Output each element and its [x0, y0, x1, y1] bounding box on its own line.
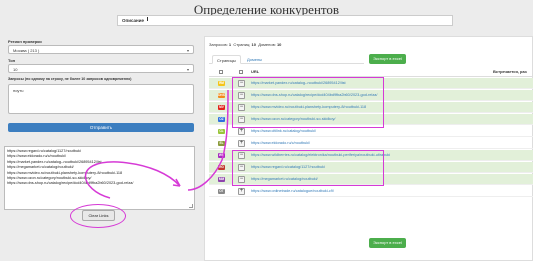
queries-textarea[interactable]: ноутu [8, 84, 194, 114]
site-logo-icon: MV [218, 105, 225, 110]
description-label: Описание [122, 18, 145, 23]
tab-domains[interactable]: Домены [243, 55, 266, 64]
stats-line: Запросов: 1 Страниц: 10 Доменов: 10 [209, 42, 281, 47]
col-url: URL [251, 69, 260, 74]
pages-stat-value: 10 [251, 42, 256, 47]
col-occurrences: Встречается, раз [493, 69, 527, 74]
row-url-link[interactable]: https://www.onlinetrade.ru/catalogue/nou… [251, 189, 334, 193]
region-value: Москва ( 213 ) [13, 48, 40, 53]
annotation-box-top [232, 77, 384, 128]
chevron-down-icon: ▾ [186, 67, 189, 72]
queries-value: ноутu [13, 88, 24, 93]
queries-stat-value: 1 [228, 42, 232, 47]
add-competitor-button[interactable]: + [238, 140, 245, 147]
clear-links-button[interactable]: Clear Links [82, 210, 115, 221]
row-url-link[interactable]: https://www.citilink.ru/catalog/noutbuki… [251, 129, 316, 133]
export-excel-button-top[interactable]: Экспорт в excel [369, 54, 406, 64]
urls-textarea[interactable]: https://www.regard.ru/catalog/1127/noutb… [4, 146, 195, 210]
add-competitor-button[interactable]: + [238, 128, 245, 135]
export-excel-button-bottom[interactable]: Экспорт в excel [369, 238, 406, 248]
table-header: URL Встречается, раз [209, 67, 533, 77]
text-cursor [147, 17, 148, 21]
table-row: ОТ + https://www.onlinetrade.ru/catalogue/… [209, 186, 533, 197]
queries-stat-label: Запросов: [209, 42, 228, 47]
domains-stat-value: 10 [276, 42, 282, 47]
site-logo-icon: ЯМ [218, 81, 225, 86]
site-logo-icon: RG [218, 165, 225, 170]
table-row: EL + https://www.eldorado.ru/c/noutbuki/ [209, 138, 533, 149]
site-logo-icon: EL [218, 141, 225, 146]
header-checkbox[interactable] [239, 70, 243, 74]
site-logo-icon: OZ [218, 117, 225, 122]
site-logo-icon: MM [218, 177, 225, 182]
description-field[interactable]: Описание [117, 15, 453, 26]
tab-pages[interactable]: Страницы [212, 55, 241, 64]
region-label: Регион проверки [8, 39, 42, 44]
submit-button[interactable]: Отправить [8, 123, 194, 132]
site-logo-icon: ОТ [218, 189, 225, 194]
site-logo-icon: CL [218, 129, 225, 134]
domains-stat-label: Доменов: [258, 42, 276, 47]
row-url-link[interactable]: https://www.eldorado.ru/c/noutbuki/ [251, 141, 310, 145]
annotation-box-bottom [232, 150, 384, 186]
resize-handle[interactable] [189, 204, 193, 208]
search-form: Регион проверки Москва ( 213 ) ▾ Топ 10 … [4, 36, 197, 139]
url-line: https://www.dns-shop.ru/catalog/recipe/d… [7, 181, 134, 186]
chevron-down-icon: ▾ [186, 48, 189, 53]
tabs-bar: Страницы Домены [209, 55, 364, 64]
select-all-checkbox[interactable] [219, 70, 223, 74]
top-select[interactable]: 10 ▾ [8, 64, 194, 73]
results-panel: Запросов: 1 Страниц: 10 Доменов: 10 Эксп… [204, 36, 533, 261]
region-select[interactable]: Москва ( 213 ) ▾ [8, 45, 194, 54]
top-value: 10 [13, 67, 18, 72]
top-label: Топ [8, 58, 16, 63]
add-competitor-button[interactable]: + [238, 188, 245, 195]
queries-label: Запросы (по одному на строку, не более 1… [8, 77, 132, 81]
pages-stat-label: Страниц: [233, 42, 251, 47]
site-logo-icon: WB [218, 153, 225, 158]
site-logo-icon: DNS [218, 93, 225, 98]
